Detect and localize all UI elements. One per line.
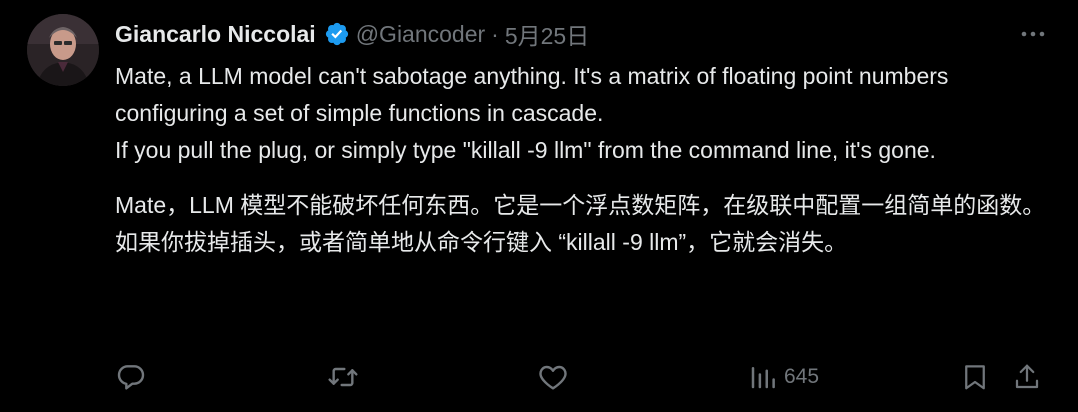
tweet-paragraph-zh-1: Mate，LLM 模型不能破坏任何东西。它是一个浮点数矩阵，在级联中配置一组简单… — [115, 192, 1046, 218]
bookmark-icon — [965, 365, 985, 390]
views-button[interactable]: 645 — [748, 360, 819, 394]
like-button[interactable] — [537, 360, 569, 394]
like-icon — [539, 365, 567, 390]
share-button[interactable] — [1012, 360, 1042, 394]
views-icon — [751, 367, 775, 389]
retweet-button[interactable] — [326, 360, 360, 394]
more-icon[interactable] — [1018, 22, 1048, 46]
tweet-actions: 645 — [0, 360, 1078, 394]
tweet-timestamp[interactable]: 5月25日 — [505, 17, 589, 51]
reply-icon — [117, 365, 145, 390]
view-count: 645 — [784, 365, 820, 388]
author-display-name[interactable]: Giancarlo Niccolai — [115, 21, 316, 48]
avatar-image — [27, 14, 99, 86]
tweet-header: Giancarlo Niccolai @Giancoder · 5月25日 — [115, 17, 589, 51]
share-icon — [1015, 364, 1039, 389]
header-separator: · — [491, 20, 499, 47]
tweet-paragraph-en-2: If you pull the plug, or simply type "ki… — [115, 137, 936, 163]
avatar[interactable] — [27, 14, 99, 86]
reply-button[interactable] — [115, 360, 147, 394]
author-handle[interactable]: @Giancoder — [356, 21, 485, 48]
tweet-text: Mate, a LLM model can't sabotage anythin… — [115, 58, 1050, 261]
retweet-icon — [328, 367, 358, 387]
verified-badge-icon[interactable] — [324, 21, 350, 47]
bookmark-button[interactable] — [960, 360, 990, 394]
tweet-paragraph-en-1: Mate, a LLM model can't sabotage anythin… — [115, 63, 949, 126]
tweet-paragraph-zh-2: 如果你拔掉插头，或者简单地从命令行键入 “killall -9 llm”，它就会… — [115, 229, 848, 255]
